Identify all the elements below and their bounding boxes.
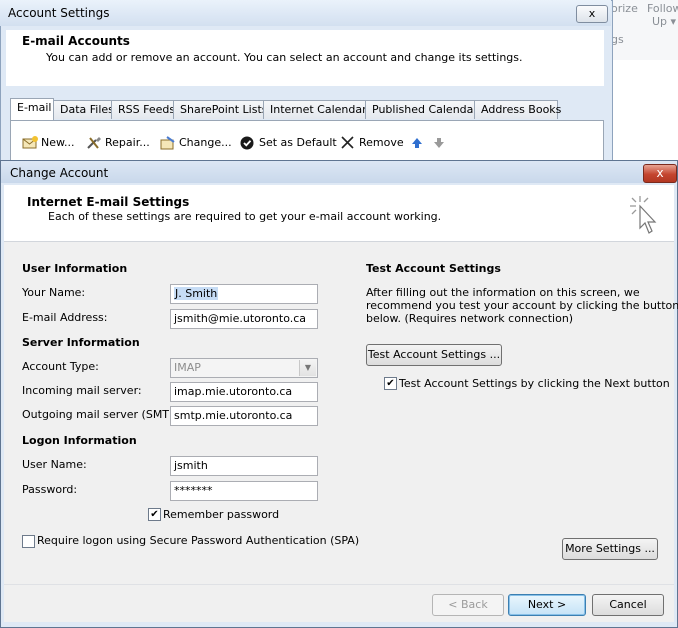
email-accounts-description: You can add or remove an account. You ca… [46, 51, 523, 64]
incoming-server-field[interactable]: imap.mie.utoronto.ca [170, 382, 318, 402]
repair-button-label: Repair... [105, 136, 150, 149]
remember-password-checkbox[interactable]: ✔ [148, 508, 161, 521]
change-account-button[interactable]: Change... [160, 134, 232, 152]
checkmark-icon: ✔ [150, 509, 159, 520]
tab-published-calendars[interactable]: Published Calendars [365, 100, 484, 119]
email-address-field[interactable]: jsmith@mie.utoronto.ca [170, 309, 318, 329]
your-name-value: J. Smith [174, 287, 219, 300]
new-account-button[interactable]: New... [22, 134, 74, 152]
user-information-heading: User Information [22, 262, 128, 275]
test-description-line3: below. (Requires network connection) [366, 312, 574, 325]
change-button-label: Change... [179, 136, 232, 149]
back-button[interactable]: < Back [432, 594, 504, 616]
incoming-server-label: Incoming mail server: [22, 384, 142, 397]
set-as-default-label: Set as Default [259, 136, 337, 149]
chevron-down-icon: ▼ [299, 360, 316, 376]
email-accounts-heading: E-mail Accounts [22, 34, 130, 48]
user-name-field[interactable]: jsmith [170, 456, 318, 476]
repair-tools-icon [86, 136, 102, 150]
auto-test-label: Test Account Settings by clicking the Ne… [399, 377, 670, 390]
account-type-label: Account Type: [22, 360, 99, 373]
footer-divider [4, 584, 674, 585]
internet-email-settings-description: Each of these settings are required to g… [48, 210, 442, 223]
account-settings-close-button[interactable]: x [576, 5, 608, 23]
tab-rss-feeds[interactable]: RSS Feeds [111, 100, 181, 119]
background-ribbon: orize Follow Up ▾ gs [610, 0, 678, 60]
ribbon-text-follow: Follow [647, 2, 678, 15]
test-description-line2: recommend you test your account by click… [366, 299, 678, 312]
outgoing-server-label: Outgoing mail server (SMTP): [22, 408, 184, 421]
server-information-heading: Server Information [22, 336, 140, 349]
password-field[interactable]: ******* [170, 481, 318, 501]
tab-sharepoint-lists[interactable]: SharePoint Lists [173, 100, 268, 119]
test-account-settings-heading: Test Account Settings [366, 262, 501, 275]
user-name-label: User Name: [22, 458, 87, 471]
change-account-title: Change Account [10, 166, 109, 180]
your-name-field[interactable]: J. Smith [170, 284, 318, 304]
move-down-button[interactable] [432, 134, 451, 152]
auto-test-checkbox[interactable]: ✔ [384, 377, 397, 390]
tab-address-books[interactable]: Address Books [474, 100, 561, 119]
outgoing-server-field[interactable]: smtp.mie.utoronto.ca [170, 406, 318, 426]
set-as-default-button[interactable]: Set as Default [240, 134, 337, 152]
tab-data-files[interactable]: Data Files [53, 100, 119, 119]
tab-email[interactable]: E-mail [10, 98, 54, 120]
spa-label: Require logon using Secure Password Auth… [37, 534, 360, 547]
password-label: Password: [22, 483, 78, 496]
cancel-button[interactable]: Cancel [592, 594, 664, 616]
logon-information-heading: Logon Information [22, 434, 137, 447]
ribbon-text-authorize: orize [611, 2, 638, 15]
test-description-line1: After filling out the information on thi… [366, 286, 640, 299]
remove-x-icon [340, 136, 356, 150]
remove-account-button[interactable]: Remove [340, 134, 404, 152]
more-settings-button[interactable]: More Settings ... [562, 538, 658, 560]
new-button-label: New... [41, 136, 75, 149]
change-account-close-button[interactable]: x [643, 164, 677, 183]
remember-password-label: Remember password [163, 508, 280, 521]
your-name-label: Your Name: [22, 286, 86, 299]
ribbon-text-up: Up ▾ [652, 15, 677, 28]
checkmark-icon: ✔ [386, 378, 395, 389]
account-type-value: IMAP [174, 361, 201, 374]
wizard-cursor-icon [626, 192, 666, 243]
next-button[interactable]: Next > [508, 594, 586, 616]
new-mail-icon [22, 136, 38, 150]
spa-checkbox[interactable] [22, 535, 35, 548]
arrow-down-icon [432, 136, 448, 150]
account-type-select: IMAP ▼ [170, 358, 318, 378]
move-up-button[interactable] [410, 134, 429, 152]
arrow-up-icon [410, 136, 426, 150]
change-account-icon [160, 136, 176, 150]
account-settings-title: Account Settings [8, 6, 110, 20]
internet-email-settings-heading: Internet E-mail Settings [27, 195, 190, 209]
tab-internet-calendars[interactable]: Internet Calendars [263, 100, 372, 119]
checkmark-circle-icon [240, 136, 256, 150]
remove-button-label: Remove [359, 136, 404, 149]
repair-account-button[interactable]: Repair... [86, 134, 150, 152]
email-address-label: E-mail Address: [22, 311, 108, 324]
test-account-settings-button[interactable]: Test Account Settings ... [366, 344, 502, 366]
